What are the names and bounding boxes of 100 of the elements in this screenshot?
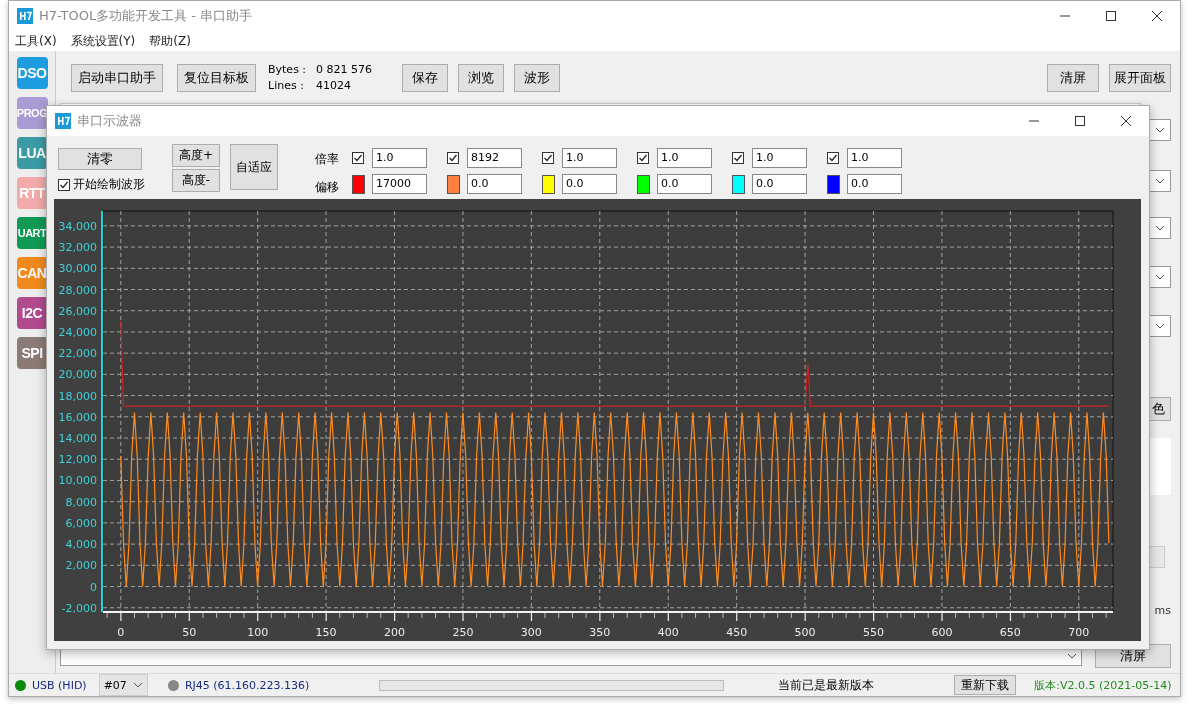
x-tick-label: 50	[182, 626, 197, 639]
x-tick-label: 600	[931, 626, 953, 639]
offset-label: 偏移	[315, 179, 339, 196]
checkbox[interactable]	[58, 178, 70, 191]
menu-item[interactable]: 工具(X)	[15, 32, 57, 50]
y-tick-label: 2,000	[65, 559, 97, 573]
x-tick-label: 450	[726, 626, 748, 639]
dropdown[interactable]	[1149, 119, 1171, 141]
toolbar-button[interactable]: 展开面板	[1109, 64, 1171, 92]
x-tick-label: 200	[384, 626, 405, 639]
caret-icon	[1155, 225, 1165, 231]
y-tick-label: 28,000	[58, 283, 97, 297]
y-tick-label: 8,000	[65, 495, 97, 509]
offset-field[interactable]: 0.0	[752, 174, 807, 194]
y-tick-label: 24,000	[58, 325, 97, 339]
sidebar-tile[interactable]: I2C	[16, 297, 48, 329]
scale-field[interactable]: 1.0	[657, 148, 712, 168]
x-tick-label: 700	[1068, 626, 1090, 639]
y-tick-label: 22,000	[58, 347, 97, 361]
x-tick-label: 100	[247, 626, 269, 639]
x-tick-label: 350	[589, 626, 611, 639]
channel-checkbox[interactable]	[447, 152, 459, 164]
y-tick-label: 10,000	[58, 474, 97, 488]
app-logo-icon	[55, 113, 71, 129]
x-tick-label: 300	[520, 626, 542, 639]
toolbar-button[interactable]: 清屏	[1047, 64, 1099, 92]
port-dropdown[interactable]: #07	[98, 674, 148, 696]
version-label: 版本:V2.0.5 (2021-05-14)	[1034, 677, 1172, 693]
x-tick-label: 500	[794, 626, 816, 639]
scale-field[interactable]: 1.0	[372, 148, 427, 168]
redownload-button[interactable]: 重新下载	[954, 675, 1017, 695]
reset-board-button[interactable]: 复位目标板	[177, 64, 256, 92]
x-tick-label: 250	[452, 626, 474, 639]
scale-field[interactable]: 1.0	[847, 148, 902, 168]
dropdown[interactable]	[1149, 315, 1171, 337]
stat-label: Bytes :	[268, 62, 307, 78]
y-tick-label: 0	[90, 580, 97, 594]
network-label: RJ45 (61.160.223.136)	[184, 678, 310, 692]
offset-field[interactable]: 0.0	[847, 174, 902, 194]
unit-label: ms	[1154, 604, 1171, 617]
sidebar-tile[interactable]: UART	[16, 217, 48, 249]
caret-icon	[1155, 178, 1165, 184]
offset-field[interactable]: 17000	[372, 174, 427, 194]
x-tick-label: 650	[999, 626, 1021, 639]
color-swatch[interactable]	[731, 174, 745, 194]
channel-checkbox[interactable]	[637, 152, 649, 164]
menu-item[interactable]: 系统设置(Y)	[70, 32, 136, 50]
checkbox-label: 开始绘制波形	[73, 176, 145, 193]
menu-item[interactable]: 帮助(Z)	[149, 32, 191, 50]
y-tick-label: 4,000	[65, 538, 97, 552]
window-title: H7-TOOL多功能开发工具 - 串口助手	[39, 7, 253, 25]
clear-button[interactable]: 清零	[58, 148, 142, 170]
toolbar-button[interactable]: 波形	[514, 64, 561, 92]
height-button[interactable]: 高度+	[172, 144, 220, 167]
scale-field[interactable]: 8192	[467, 148, 522, 168]
channel-checkbox[interactable]	[827, 152, 839, 164]
scale-label: 倍率	[315, 151, 339, 168]
toolbar-button[interactable]: 保存	[402, 64, 449, 92]
channel-checkbox[interactable]	[352, 152, 364, 164]
dropdown[interactable]	[1149, 266, 1171, 288]
y-tick-label: 18,000	[58, 389, 97, 403]
app-logo-icon	[17, 8, 33, 24]
height-button[interactable]: 高度-	[172, 169, 220, 192]
auto-fit-button[interactable]: 自适应	[230, 144, 278, 190]
start-serial-button[interactable]: 启动串口助手	[71, 64, 163, 92]
stat-label: Lines :	[268, 78, 305, 94]
caret-icon	[1155, 274, 1165, 280]
sidebar-tile[interactable]: SPI	[16, 337, 48, 369]
y-tick-label: 30,000	[58, 262, 97, 276]
color-swatch[interactable]	[351, 174, 365, 194]
channel-checkbox[interactable]	[732, 152, 744, 164]
color-swatch[interactable]	[636, 174, 650, 194]
x-tick-label: 0	[117, 626, 125, 639]
color-swatch[interactable]	[541, 174, 555, 194]
scale-field[interactable]: 1.0	[752, 148, 807, 168]
y-tick-label: 12,000	[58, 453, 97, 467]
toolbar-button[interactable]: 浏览	[458, 64, 505, 92]
y-tick-label: 6,000	[65, 516, 97, 530]
x-tick-label: 400	[657, 626, 679, 639]
stat-value: 41024	[316, 78, 353, 94]
color-swatch[interactable]	[446, 174, 460, 194]
offset-field[interactable]: 0.0	[562, 174, 617, 194]
channel-checkbox[interactable]	[542, 152, 554, 164]
dropdown[interactable]	[1149, 170, 1171, 192]
y-tick-label: 20,000	[58, 368, 97, 382]
dropdown-caret-icon	[1067, 653, 1077, 659]
caret-icon	[1155, 127, 1165, 133]
offset-field[interactable]: 0.0	[467, 174, 522, 194]
color-swatch[interactable]	[826, 174, 840, 194]
offset-field[interactable]: 0.0	[657, 174, 712, 194]
status-message: 当前已是最新版本	[778, 676, 875, 694]
scale-field[interactable]: 1.0	[562, 148, 617, 168]
y-tick-label: 26,000	[58, 304, 97, 318]
caret-icon	[1155, 323, 1165, 329]
dropdown[interactable]	[1149, 217, 1171, 239]
dialog-title: 串口示波器	[77, 112, 142, 130]
usb-label: USB (HID)	[32, 678, 87, 692]
y-tick-label: 14,000	[58, 432, 97, 445]
y-tick-label: 16,000	[58, 410, 97, 424]
x-tick-label: 550	[863, 626, 884, 639]
